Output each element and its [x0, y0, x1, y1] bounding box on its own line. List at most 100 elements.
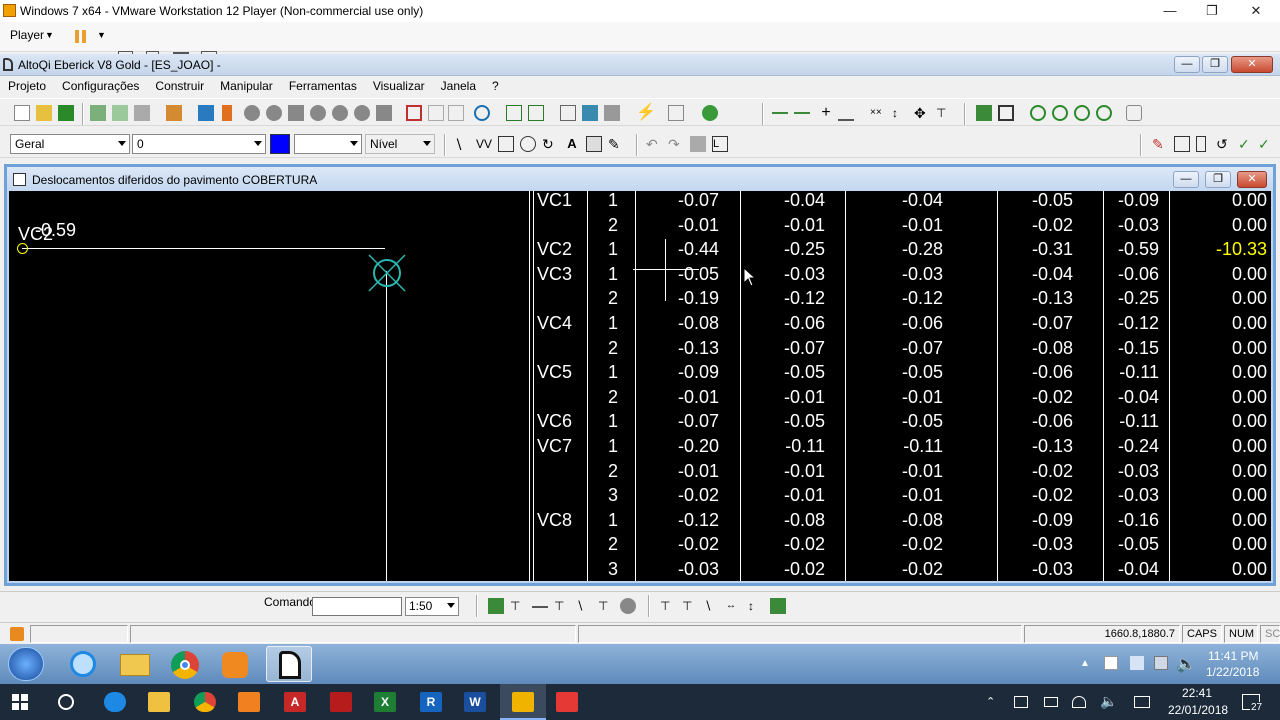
host-clock-time[interactable]: 22:41 — [1182, 686, 1212, 700]
building3-icon[interactable] — [604, 105, 620, 121]
linetype-combo[interactable] — [294, 134, 362, 154]
edge-icon[interactable] — [104, 692, 126, 712]
building-icon[interactable] — [560, 105, 576, 121]
slab2-icon[interactable] — [266, 105, 282, 121]
beam-icon[interactable] — [198, 105, 214, 121]
menu-ferramentas[interactable]: Ferramentas — [281, 79, 365, 93]
pause-icon[interactable] — [75, 30, 79, 43]
zoom-minus-icon[interactable] — [1096, 105, 1112, 121]
dimension-icon[interactable] — [838, 105, 854, 121]
file-explorer-icon[interactable] — [148, 692, 170, 712]
windows7-start-icon[interactable] — [8, 647, 44, 681]
check-icon[interactable] — [90, 105, 106, 121]
rectangle-icon[interactable] — [498, 136, 514, 152]
paste-icon[interactable] — [448, 105, 464, 121]
hatch-icon[interactable] — [586, 136, 602, 152]
tree-icon[interactable] — [166, 105, 182, 121]
child-close-button[interactable]: ✕ — [1237, 171, 1267, 188]
open-folder-icon[interactable] — [36, 105, 52, 121]
table-icon[interactable] — [506, 105, 522, 121]
revit-icon[interactable]: R — [420, 692, 442, 712]
host-tray-keyboard-icon[interactable] — [1134, 696, 1150, 708]
table2-icon[interactable] — [528, 105, 544, 121]
save-icon[interactable] — [58, 105, 74, 121]
menu-configuracoes[interactable]: Configurações — [54, 79, 147, 93]
tray-flag-icon[interactable] — [1104, 656, 1118, 670]
menu-manipular[interactable]: Manipular — [212, 79, 281, 93]
slab-icon[interactable] — [244, 105, 260, 121]
restore-icon[interactable]: ❐ — [1190, 0, 1234, 22]
line-icon[interactable] — [772, 105, 788, 114]
confirm-icon[interactable]: ✓ — [1238, 136, 1254, 152]
app-close-button[interactable]: ✕ — [1231, 56, 1273, 73]
help-icon[interactable] — [702, 105, 718, 121]
line2-icon[interactable] — [794, 105, 810, 114]
host-tray-battery-icon[interactable] — [1044, 697, 1058, 707]
app-red-icon[interactable] — [330, 692, 352, 712]
snap3-icon[interactable]: ✥ — [914, 105, 930, 121]
undo-icon[interactable]: ↶ — [646, 136, 662, 152]
draw-line-icon[interactable]: ∖ — [454, 136, 470, 152]
copy-icon[interactable] — [428, 105, 444, 121]
app-minimize-button[interactable]: — — [1174, 56, 1200, 73]
bar-icon[interactable]: ⊤ — [510, 598, 526, 614]
host-tray-volume-icon[interactable]: 🔈 — [1100, 693, 1117, 710]
print-icon[interactable] — [134, 105, 150, 121]
dim5-icon[interactable]: ↕ — [748, 598, 764, 614]
tray-network-icon[interactable] — [1154, 656, 1168, 670]
command-input[interactable] — [312, 597, 402, 616]
tray-chevron-icon[interactable]: ▲ — [1080, 658, 1090, 669]
host-clock-date[interactable]: 22/01/2018 — [1168, 703, 1228, 717]
snap-icon[interactable]: ×× — [870, 105, 886, 121]
confirm2-icon[interactable]: ✓ — [1258, 136, 1274, 152]
word-icon[interactable]: W — [464, 692, 486, 712]
host-tray-network-icon[interactable] — [1072, 696, 1086, 708]
host-tray-dropbox-icon[interactable] — [1014, 696, 1028, 708]
dim3-icon[interactable]: ∖ — [704, 598, 720, 614]
zoom-all-icon[interactable] — [1052, 105, 1068, 121]
load-icon[interactable] — [310, 105, 326, 121]
polyline-icon[interactable]: VV — [476, 136, 492, 152]
app-red2-icon[interactable] — [556, 692, 578, 712]
player-menu-button[interactable]: Player — [10, 28, 44, 42]
windows10-start-icon[interactable] — [12, 694, 28, 710]
layer-icon[interactable] — [976, 105, 992, 121]
column-view-icon[interactable] — [1196, 136, 1206, 152]
tray-volume-icon[interactable]: 🔈 — [1176, 654, 1196, 674]
load2-icon[interactable] — [332, 105, 348, 121]
lightning-icon[interactable]: ⚡ — [636, 105, 656, 121]
menu-projeto[interactable]: Projeto — [0, 79, 54, 93]
cross-icon[interactable]: + — [818, 105, 834, 121]
load3-icon[interactable] — [354, 105, 370, 121]
close-icon[interactable]: ✕ — [1234, 0, 1278, 22]
ortho-icon[interactable]: L — [712, 136, 728, 152]
text-icon[interactable]: A — [564, 136, 580, 152]
report-icon[interactable] — [668, 105, 684, 121]
app-restore-button[interactable]: ❐ — [1202, 56, 1228, 73]
host-tray-chevron-icon[interactable]: ⌃ — [986, 695, 995, 708]
app-orange-icon[interactable] — [238, 692, 260, 712]
chrome-taskbar-icon[interactable] — [162, 646, 208, 682]
guest-clock-time[interactable]: 11:41 PM — [1208, 649, 1258, 663]
cortana-icon[interactable] — [58, 694, 74, 710]
excel-icon[interactable]: X — [374, 692, 396, 712]
circle-icon[interactable] — [520, 136, 536, 152]
layers-icon[interactable] — [690, 136, 706, 152]
load4-icon[interactable] — [376, 105, 392, 121]
value-combo[interactable]: 0 — [132, 134, 266, 154]
bar4-icon[interactable]: ∖ — [576, 598, 592, 614]
scale-combo[interactable]: 1:50 — [405, 597, 459, 616]
column-icon[interactable] — [222, 105, 232, 121]
explorer-taskbar-icon[interactable] — [112, 646, 158, 682]
zoom-plus-icon[interactable] — [1074, 105, 1090, 121]
arc-icon[interactable]: ↻ — [542, 136, 558, 152]
layer-combo[interactable]: Geral — [10, 134, 130, 154]
minimize-icon[interactable]: — — [1148, 0, 1192, 22]
dim6-icon[interactable] — [770, 598, 786, 614]
snap4-icon[interactable]: ⊤ — [936, 105, 952, 121]
color-swatch[interactable] — [270, 134, 290, 154]
building2-icon[interactable] — [582, 105, 598, 121]
grid-red-icon[interactable] — [406, 105, 422, 121]
chevron-down-icon[interactable]: ▼ — [97, 30, 106, 40]
frame-icon[interactable] — [1174, 136, 1190, 152]
